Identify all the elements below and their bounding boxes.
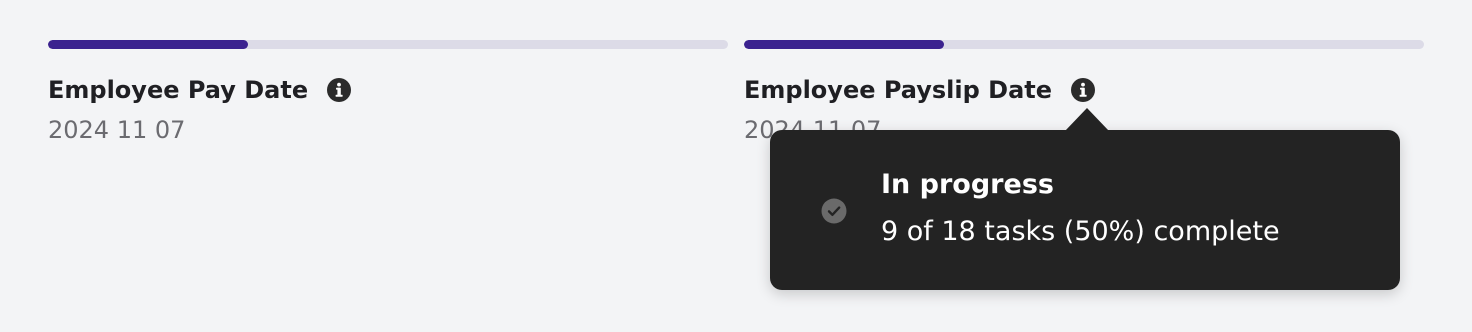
milestone-employee-pay-date: Employee Pay Date 2024 11 07 [48,40,728,144]
milestone-title-row: Employee Pay Date [48,70,728,110]
milestone-title-row: Employee Payslip Date [744,70,1424,110]
progress-track [48,40,728,49]
progress-tooltip: In progress 9 of 18 tasks (50%) complete [770,108,1400,290]
progress-fill [744,40,944,49]
check-circle-icon [821,198,847,224]
info-icon[interactable] [1070,77,1096,103]
tooltip-status-title: In progress [881,169,1054,200]
progress-track [744,40,1424,49]
tooltip-arrow [1065,108,1109,131]
info-icon[interactable] [326,77,352,103]
progress-fill [48,40,248,49]
milestone-title: Employee Payslip Date [744,76,1053,104]
milestone-title: Employee Pay Date [48,76,309,104]
tooltip-status-detail: 9 of 18 tasks (50%) complete [881,216,1280,247]
milestone-date: 2024 11 07 [48,116,186,144]
